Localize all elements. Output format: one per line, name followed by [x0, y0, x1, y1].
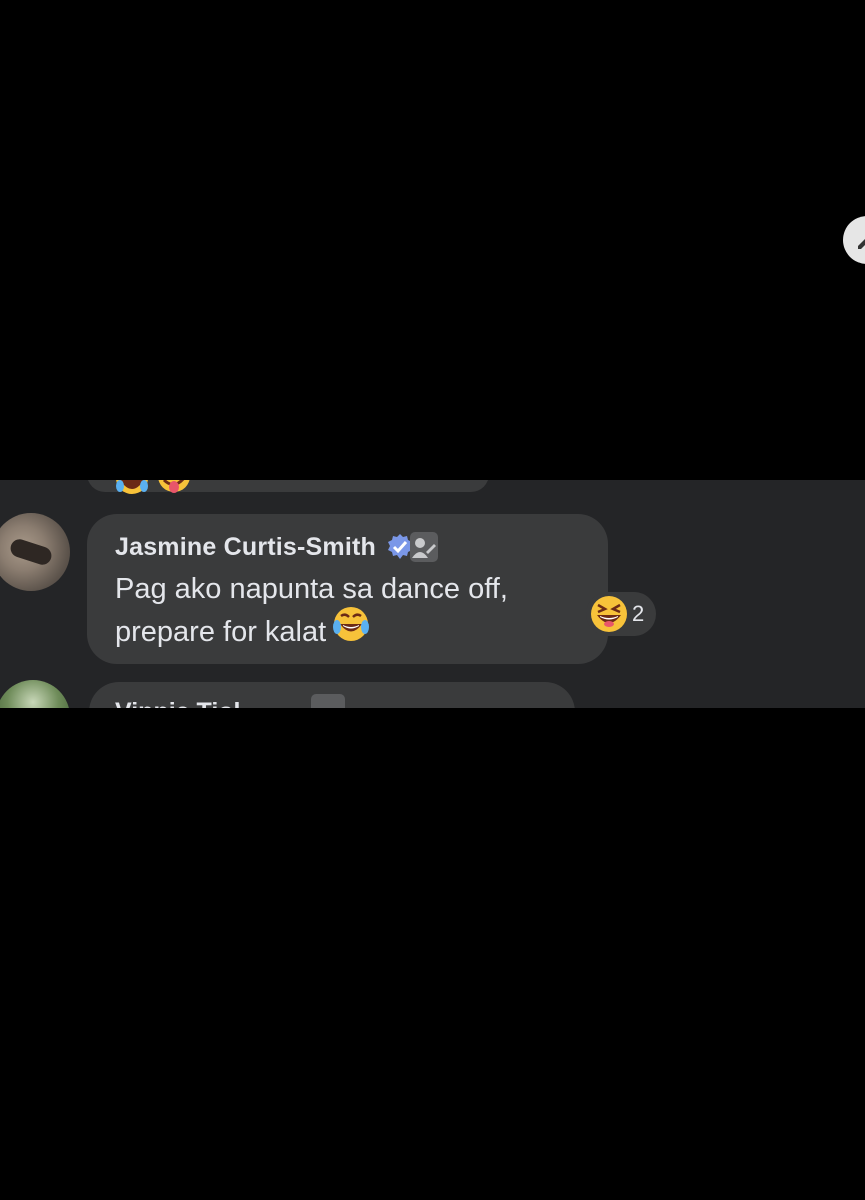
edit-button[interactable] [843, 216, 865, 264]
next-comment-avatar[interactable] [0, 680, 70, 708]
zany-face-icon [156, 480, 192, 506]
top-fan-badge-icon [311, 694, 345, 708]
reaction-summary[interactable]: 2 [586, 592, 656, 636]
face-with-tears-of-joy-icon [332, 605, 370, 656]
face-with-tears-of-joy-icon [114, 480, 150, 506]
grinning-squinting-face-icon [591, 596, 627, 632]
avatar[interactable] [0, 513, 70, 591]
next-comment-author[interactable]: Vinnie Tiol [115, 698, 241, 708]
page: Jasmine Curtis-Smith Pag ako napunta sa … [0, 0, 865, 1200]
comment-text: Pag ako napunta sa dance off, prepare fo… [115, 568, 508, 656]
next-comment-bubble: Vinnie Tiol [89, 682, 575, 708]
comments-screenshot: Jasmine Curtis-Smith Pag ako napunta sa … [0, 480, 865, 708]
comment-bubble: Jasmine Curtis-Smith Pag ako napunta sa … [87, 514, 608, 664]
top-fan-badge-icon [410, 532, 439, 562]
reaction-count: 2 [632, 601, 645, 626]
comment-author[interactable]: Jasmine Curtis-Smith [115, 533, 376, 562]
pencil-icon [858, 239, 865, 249]
